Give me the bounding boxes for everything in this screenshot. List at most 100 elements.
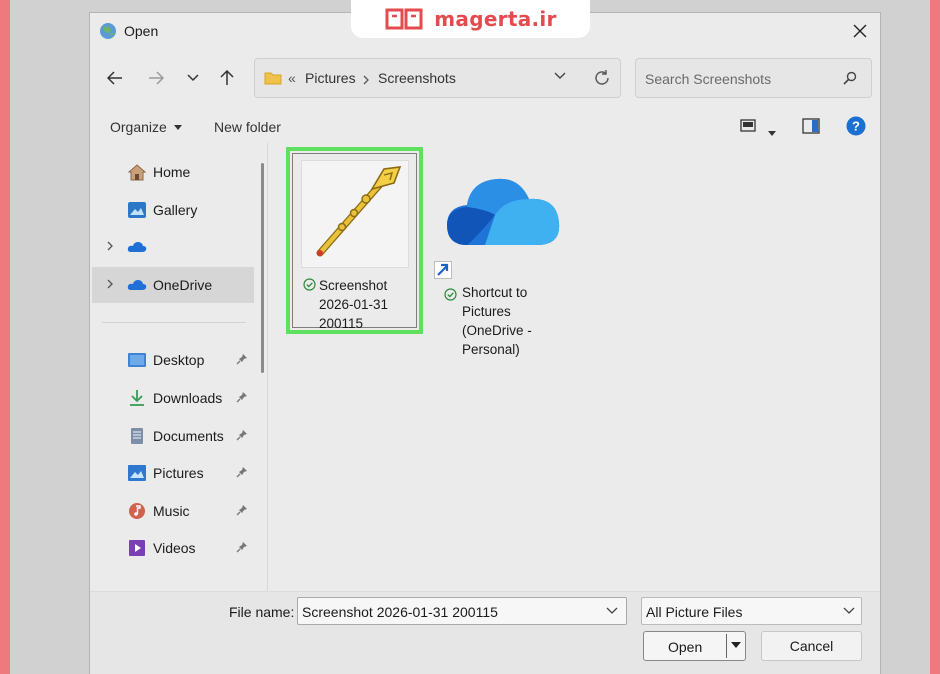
- onedrive-cloud-icon: [127, 242, 147, 252]
- navigation-bar: « Pictures Screenshots Search Screenshot…: [90, 57, 880, 101]
- organize-menu[interactable]: Organize: [110, 119, 182, 135]
- file-list-area: Screenshot 2026-01-31 200115 Shortcut to…: [269, 143, 882, 591]
- pin-icon: [236, 542, 247, 553]
- open-button-label: Open: [668, 639, 703, 655]
- sidebar-item-downloads[interactable]: Downloads: [90, 380, 258, 416]
- file-name: Shortcut to Pictures (OneDrive - Persona…: [462, 283, 532, 359]
- preview-pane-button[interactable]: [802, 118, 820, 139]
- cancel-button[interactable]: Cancel: [761, 631, 862, 661]
- search-icon: [843, 71, 857, 85]
- view-options-dropdown[interactable]: [768, 124, 776, 142]
- watermark-text: magerta.ir: [434, 7, 557, 31]
- pin-icon: [236, 354, 247, 365]
- sidebar-item-label: Desktop: [153, 352, 205, 368]
- file-type-select[interactable]: All Picture Files: [641, 597, 862, 625]
- recent-locations-button[interactable]: [182, 67, 204, 89]
- sidebar-item-label: Downloads: [153, 390, 223, 406]
- file-name-line: 200115: [319, 316, 364, 331]
- arrow-up-icon: [220, 70, 234, 85]
- search-box[interactable]: Search Screenshots: [635, 58, 872, 98]
- close-button[interactable]: [848, 19, 872, 43]
- sidebar-item-pictures[interactable]: Pictures: [90, 455, 258, 491]
- sidebar-item-onedrive-collapsed[interactable]: [90, 229, 258, 265]
- breadcrumb-screenshots[interactable]: Screenshots: [378, 70, 456, 86]
- pin-icon: [236, 467, 247, 478]
- back-button[interactable]: [104, 67, 126, 89]
- file-name-input[interactable]: Screenshot 2026-01-31 200115: [297, 597, 627, 625]
- file-name-line: 2026-01-31: [319, 297, 389, 312]
- caret-down-icon[interactable]: [731, 642, 741, 649]
- sidebar-item-desktop[interactable]: Desktop: [90, 342, 258, 378]
- shortcut-arrow-icon: [434, 261, 452, 279]
- chevron-down-icon: [843, 607, 855, 614]
- sidebar-item-label: Gallery: [153, 202, 198, 218]
- open-button[interactable]: Open: [643, 631, 746, 661]
- videos-icon: [129, 540, 145, 556]
- organize-label: Organize: [110, 119, 167, 135]
- arrow-left-icon: [107, 71, 122, 85]
- file-name-line: Shortcut to: [462, 285, 528, 300]
- file-thumbnail: [301, 160, 409, 268]
- chevron-right-icon: [363, 75, 369, 85]
- sidebar-item-onedrive[interactable]: OneDrive: [92, 267, 254, 303]
- chevron-right-icon[interactable]: [107, 241, 113, 251]
- chevron-down-icon[interactable]: [606, 607, 618, 615]
- gallery-icon: [128, 202, 146, 218]
- onedrive-cloud-icon: [127, 280, 147, 290]
- desktop-icon: [128, 353, 146, 367]
- caret-down-icon: [768, 131, 776, 136]
- view-layout-icon: [740, 119, 756, 132]
- up-button[interactable]: [216, 67, 238, 89]
- pin-icon: [236, 392, 247, 403]
- open-file-dialog: Open « Pictures Screenshots Search Scree…: [89, 12, 881, 674]
- sidebar-item-label: Pictures: [153, 465, 204, 481]
- sidebar-item-documents[interactable]: Documents: [90, 418, 258, 454]
- file-item-onedrive-shortcut[interactable]: Shortcut to Pictures (OneDrive - Persona…: [429, 147, 569, 357]
- svg-text:?: ?: [852, 119, 860, 134]
- sync-status-icon: [303, 278, 316, 291]
- chevron-down-icon: [187, 74, 199, 82]
- sidebar-item-music[interactable]: Music: [90, 493, 258, 529]
- file-name-line: Screenshot: [319, 278, 388, 293]
- breadcrumb-overflow[interactable]: «: [288, 70, 296, 86]
- chevron-down-icon[interactable]: [553, 71, 567, 81]
- file-name-line: (OneDrive -: [462, 323, 532, 338]
- watermark-logo: magerta.ir: [351, 0, 590, 38]
- sidebar-item-home[interactable]: Home: [90, 154, 258, 190]
- help-button[interactable]: ?: [846, 116, 866, 141]
- home-icon: [127, 164, 147, 181]
- address-bar[interactable]: « Pictures Screenshots: [254, 58, 621, 98]
- command-bar: Organize New folder ?: [90, 113, 880, 143]
- golden-pen-icon: [316, 166, 402, 257]
- file-name-line: Pictures: [462, 304, 511, 319]
- open-book-icon: [385, 8, 423, 30]
- search-placeholder: Search Screenshots: [645, 71, 772, 87]
- file-name: Screenshot 2026-01-31 200115: [319, 276, 388, 333]
- forward-button[interactable]: [145, 67, 167, 89]
- sidebar-divider: [102, 322, 246, 323]
- chevron-right-icon[interactable]: [107, 279, 113, 289]
- sync-status-icon: [444, 288, 457, 301]
- sidebar-item-label: Music: [153, 503, 190, 519]
- file-type-value: All Picture Files: [646, 604, 743, 620]
- navigation-pane-scrollbar[interactable]: [261, 163, 264, 373]
- pin-icon: [236, 505, 247, 516]
- file-name-label: File name:: [229, 604, 295, 620]
- help-icon: ?: [846, 116, 866, 136]
- file-item-screenshot[interactable]: Screenshot 2026-01-31 200115: [286, 147, 423, 334]
- sidebar-item-label: OneDrive: [153, 277, 213, 293]
- refresh-icon[interactable]: [593, 69, 611, 87]
- sidebar-item-label: Home: [153, 164, 191, 180]
- view-options-button[interactable]: [740, 119, 756, 138]
- dialog-footer: File name: Screenshot 2026-01-31 200115 …: [90, 591, 880, 674]
- split-divider: [726, 634, 727, 658]
- breadcrumb-pictures[interactable]: Pictures: [305, 70, 356, 86]
- documents-icon: [131, 428, 143, 444]
- sidebar-item-gallery[interactable]: Gallery: [90, 192, 258, 228]
- sidebar-item-label: Documents: [153, 428, 224, 444]
- sidebar-item-videos[interactable]: Videos: [90, 530, 258, 566]
- folder-icon: [264, 72, 282, 85]
- new-folder-button[interactable]: New folder: [214, 119, 281, 135]
- selected-item-frame: Screenshot 2026-01-31 200115: [292, 153, 417, 331]
- pin-icon: [236, 430, 247, 441]
